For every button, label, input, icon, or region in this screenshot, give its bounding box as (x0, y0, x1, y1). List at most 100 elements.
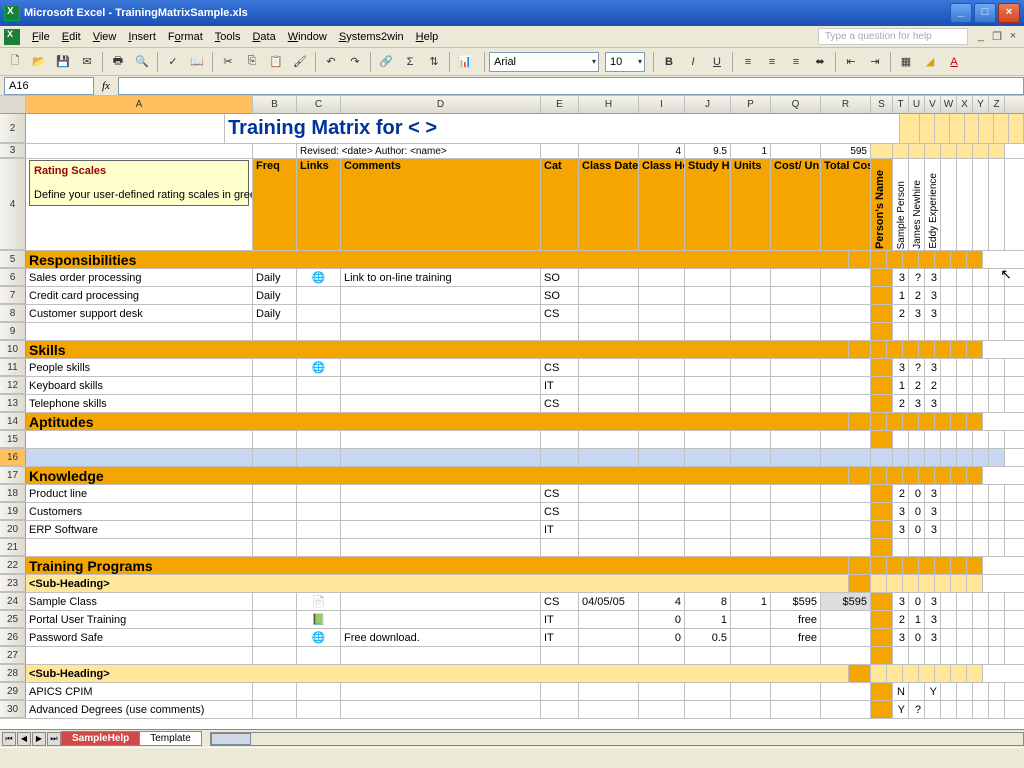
cell-Q[interactable] (771, 359, 821, 376)
cell-W[interactable] (941, 449, 957, 466)
cell-J[interactable]: 8 (685, 593, 731, 610)
cell-S[interactable] (871, 449, 893, 466)
revised-cell[interactable]: Revised: <date> Author: <name> (297, 144, 541, 158)
cell-P[interactable]: 1 (731, 144, 771, 158)
cell-E[interactable]: IT (541, 521, 579, 538)
row-18[interactable]: 18 (0, 485, 26, 502)
cell-Q[interactable] (771, 431, 821, 448)
cell-X[interactable] (957, 144, 973, 158)
cell-U[interactable]: 1 (909, 611, 925, 628)
cell-U[interactable] (909, 683, 925, 700)
cell-X[interactable] (957, 629, 973, 646)
cell-P[interactable] (731, 449, 771, 466)
cell-Z[interactable] (967, 557, 983, 574)
cell-S[interactable] (871, 629, 893, 646)
tab-first[interactable]: ⏮ (2, 732, 16, 746)
cell-H[interactable] (579, 359, 639, 376)
select-all-corner[interactable] (0, 96, 26, 113)
cell-E[interactable] (541, 647, 579, 664)
cell-I[interactable] (639, 395, 685, 412)
cell-T[interactable]: 3 (893, 521, 909, 538)
cell-Z[interactable] (989, 611, 1005, 628)
row-10[interactable]: 10 (0, 341, 26, 358)
indent-dec-icon[interactable]: ⇤ (840, 51, 862, 73)
cell-E[interactable]: IT (541, 611, 579, 628)
cell-Q[interactable] (771, 449, 821, 466)
cell-B[interactable] (253, 377, 297, 394)
cell-J[interactable] (685, 701, 731, 718)
cell-U[interactable]: 3 (909, 305, 925, 322)
cell-C[interactable] (297, 395, 341, 412)
cell-S[interactable]: Person's Name (871, 159, 893, 250)
cell-T[interactable] (893, 647, 909, 664)
cell-U[interactable]: 2 (909, 377, 925, 394)
col-R[interactable]: R (821, 96, 871, 113)
cell-W[interactable] (919, 413, 935, 430)
cell-H[interactable] (579, 485, 639, 502)
print-icon[interactable]: 🖶 (107, 51, 129, 73)
cell-P[interactable] (731, 611, 771, 628)
cell-W[interactable] (919, 251, 935, 268)
cell-X[interactable] (935, 575, 951, 592)
menu-systems2win[interactable]: Systems2win (333, 29, 410, 45)
cell-C[interactable] (297, 377, 341, 394)
cell-W[interactable] (941, 359, 957, 376)
cell-Y[interactable] (973, 521, 989, 538)
cell-Z[interactable] (989, 449, 1005, 466)
cell-T[interactable] (871, 467, 887, 484)
cell-C[interactable] (297, 701, 341, 718)
cell-X[interactable] (957, 305, 973, 322)
cell-I[interactable] (639, 359, 685, 376)
cell-Z[interactable] (989, 701, 1005, 718)
cell-E[interactable]: CS (541, 305, 579, 322)
cell-J[interactable] (685, 269, 731, 286)
cell-E[interactable] (541, 701, 579, 718)
cell-Y[interactable] (973, 269, 989, 286)
cell-U[interactable]: 0 (909, 629, 925, 646)
cell-V[interactable]: 3 (925, 269, 941, 286)
cell-A[interactable]: Customers (26, 503, 253, 520)
cell-Z[interactable] (967, 341, 983, 358)
cell-Z[interactable] (989, 269, 1005, 286)
cell-I[interactable] (639, 521, 685, 538)
cell-T[interactable] (871, 575, 887, 592)
cell-S[interactable] (871, 305, 893, 322)
section-Training Programs[interactable]: Training Programs (26, 557, 849, 574)
cell-X[interactable] (957, 287, 973, 304)
col-W[interactable]: W (941, 96, 957, 113)
cell-T[interactable] (871, 665, 887, 682)
cell-A[interactable] (26, 539, 253, 556)
cell-W[interactable] (941, 521, 957, 538)
cell-Q[interactable] (771, 323, 821, 340)
cell-Y[interactable] (973, 593, 989, 610)
cell-R[interactable] (821, 647, 871, 664)
name-box[interactable]: A16 (4, 77, 94, 95)
cell-Z[interactable] (989, 159, 1005, 250)
cell-R[interactable]: Total Cost (821, 159, 871, 250)
cell-Z[interactable] (967, 413, 983, 430)
cell-X[interactable] (957, 449, 973, 466)
cell-I[interactable]: Class Hours (639, 159, 685, 250)
cell-A[interactable]: Advanced Degrees (use comments) (26, 701, 253, 718)
cell-V[interactable]: 3 (925, 611, 941, 628)
row-6[interactable]: 6 (0, 269, 26, 286)
cell-T[interactable]: N (893, 683, 909, 700)
cell-V[interactable] (903, 413, 919, 430)
col-X[interactable]: X (957, 96, 973, 113)
cell-Q[interactable] (771, 395, 821, 412)
cell-T[interactable]: 1 (893, 287, 909, 304)
cell-S[interactable] (871, 647, 893, 664)
cell-E[interactable]: IT (541, 377, 579, 394)
cut-icon[interactable]: ✂ (217, 51, 239, 73)
cell-E[interactable]: CS (541, 593, 579, 610)
cell-B[interactable]: Daily (253, 305, 297, 322)
cell-T[interactable]: 3 (893, 629, 909, 646)
cell-T[interactable]: 2 (893, 485, 909, 502)
cell-A[interactable] (26, 647, 253, 664)
cell-Z[interactable] (989, 647, 1005, 664)
cell-I[interactable] (639, 701, 685, 718)
row-17[interactable]: 17 (0, 467, 26, 484)
cell-C[interactable] (297, 305, 341, 322)
cell-U[interactable] (909, 323, 925, 340)
cell-P[interactable] (731, 521, 771, 538)
